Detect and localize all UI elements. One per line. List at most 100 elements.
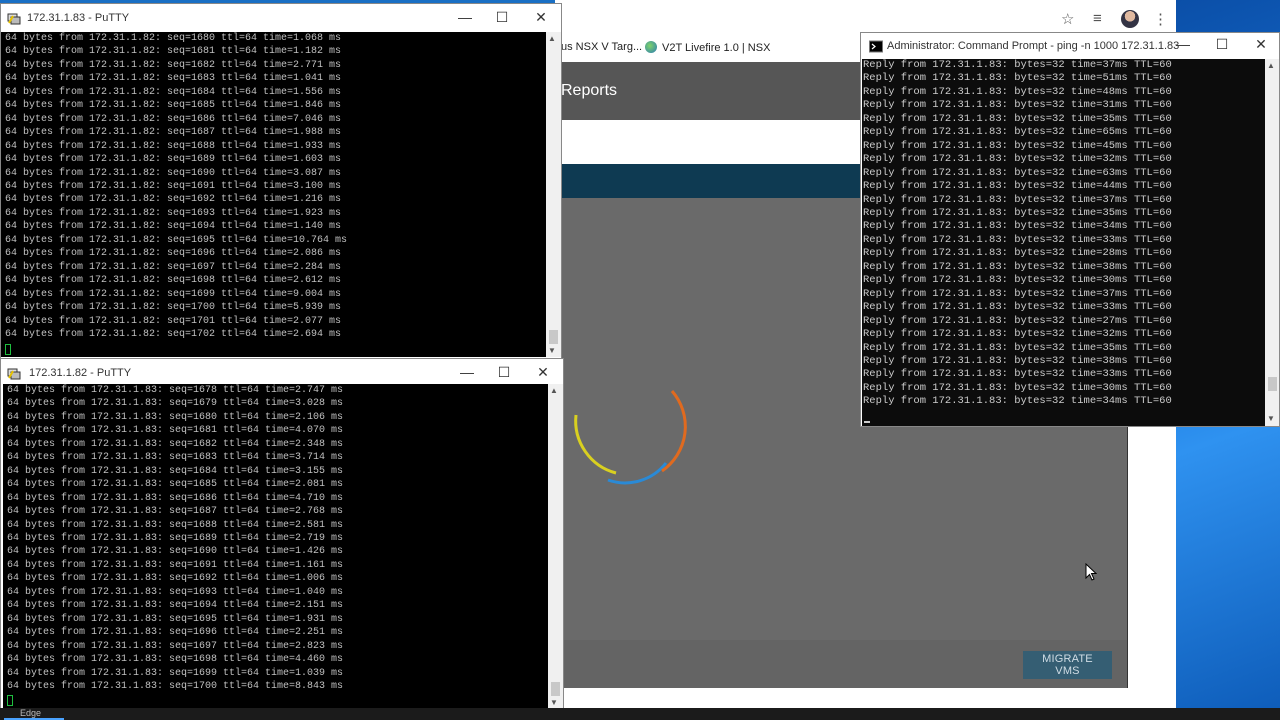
terminal-line: 64 bytes from 172.31.1.83: seq=1685 ttl=… — [7, 479, 344, 491]
terminal-line: 64 bytes from 172.31.1.83: seq=1699 ttl=… — [7, 667, 344, 679]
terminal-line: 64 bytes from 172.31.1.82: seq=1686 ttl=… — [5, 113, 342, 125]
profile-avatar[interactable] — [1121, 10, 1139, 28]
taskbar: Edge — [0, 708, 1280, 720]
scrollbar-thumb[interactable] — [1268, 377, 1277, 391]
browser-toolbar: ☆ ≡ ⋮ — [555, 0, 1176, 36]
terminal-line: Reply from 172.31.1.83: bytes=32 time=35… — [863, 341, 1172, 354]
terminal-line: Reply from 172.31.1.83: bytes=32 time=33… — [863, 301, 1172, 314]
terminal-line: Reply from 172.31.1.83: bytes=32 time=37… — [863, 193, 1172, 206]
close-icon[interactable]: ✕ — [1251, 36, 1271, 53]
terminal-line: 64 bytes from 172.31.1.83: seq=1692 ttl=… — [7, 573, 344, 585]
terminal-line: 64 bytes from 172.31.1.82: seq=1682 ttl=… — [5, 59, 342, 71]
scroll-up-icon[interactable]: ▲ — [1267, 61, 1275, 70]
window-title: 172.31.1.83 - PuTTY — [27, 12, 130, 24]
terminal-line: Reply from 172.31.1.83: bytes=32 time=28… — [863, 247, 1172, 260]
terminal-line: Reply from 172.31.1.83: bytes=32 time=34… — [863, 395, 1172, 408]
close-icon[interactable]: ✕ — [531, 9, 551, 26]
window-title: Administrator: Command Prompt - ping -n … — [887, 40, 1180, 52]
terminal-line: 64 bytes from 172.31.1.83: seq=1691 ttl=… — [7, 559, 344, 571]
terminal-line: Reply from 172.31.1.83: bytes=32 time=38… — [863, 260, 1172, 273]
more-menu-icon[interactable]: ⋮ — [1153, 10, 1168, 28]
putty-icon — [7, 368, 21, 380]
terminal-line: Reply from 172.31.1.83: bytes=32 time=51… — [863, 72, 1172, 85]
terminal-line: 64 bytes from 172.31.1.83: seq=1688 ttl=… — [7, 519, 344, 531]
terminal-line: Reply from 172.31.1.83: bytes=32 time=33… — [863, 233, 1172, 246]
cmd-icon — [869, 40, 883, 53]
terminal-line: Reply from 172.31.1.83: bytes=32 time=44… — [863, 180, 1172, 193]
terminal-line: Reply from 172.31.1.83: bytes=32 time=35… — [863, 206, 1172, 219]
terminal-line: 64 bytes from 172.31.1.82: seq=1687 ttl=… — [5, 127, 342, 139]
terminal-line: 64 bytes from 172.31.1.83: seq=1687 ttl=… — [7, 506, 344, 518]
terminal-output[interactable]: 64 bytes from 172.31.1.82: seq=1680 ttl=… — [1, 32, 546, 357]
terminal-line: 64 bytes from 172.31.1.82: seq=1684 ttl=… — [5, 86, 342, 98]
terminal-line: 64 bytes from 172.31.1.82: seq=1700 ttl=… — [5, 302, 342, 314]
cmd-output[interactable]: Reply from 172.31.1.83: bytes=32 time=37… — [862, 59, 1265, 426]
bookmark-v2t-livefire[interactable]: V2T Livefire 1.0 | NSX — [645, 41, 770, 54]
scrollbar[interactable]: ▲ ▼ — [546, 32, 561, 357]
taskbar-app-label[interactable]: Edge — [20, 708, 41, 718]
terminal-line: Reply from 172.31.1.83: bytes=32 time=27… — [863, 314, 1172, 327]
terminal-line: 64 bytes from 172.31.1.83: seq=1694 ttl=… — [7, 600, 344, 612]
terminal-line: Reply from 172.31.1.83: bytes=32 time=37… — [863, 287, 1172, 300]
favorite-star-icon[interactable]: ☆ — [1061, 10, 1074, 28]
terminal-line: 64 bytes from 172.31.1.83: seq=1698 ttl=… — [7, 654, 344, 666]
scrollbar-thumb[interactable] — [551, 682, 560, 696]
terminal-line: 64 bytes from 172.31.1.82: seq=1685 ttl=… — [5, 100, 342, 112]
cmd-window: Administrator: Command Prompt - ping -n … — [860, 32, 1280, 427]
terminal-line: 64 bytes from 172.31.1.82: seq=1696 ttl=… — [5, 248, 342, 260]
close-icon[interactable]: ✕ — [533, 364, 553, 381]
terminal-output[interactable]: 64 bytes from 172.31.1.83: seq=1678 ttl=… — [3, 384, 548, 709]
scrollbar-thumb[interactable] — [549, 330, 558, 344]
putty-icon — [7, 13, 21, 25]
migrate-vms-button[interactable]: MIGRATE VMS — [1023, 651, 1112, 679]
terminal-line: Reply from 172.31.1.83: bytes=32 time=32… — [863, 328, 1172, 341]
maximize-icon[interactable]: ☐ — [1212, 36, 1232, 53]
minimize-icon[interactable]: — — [455, 9, 475, 25]
terminal-line: 64 bytes from 172.31.1.82: seq=1680 ttl=… — [5, 33, 342, 44]
terminal-line: 64 bytes from 172.31.1.82: seq=1699 ttl=… — [5, 288, 342, 300]
scroll-down-icon[interactable]: ▼ — [1267, 414, 1275, 423]
scroll-down-icon[interactable]: ▼ — [550, 698, 558, 707]
loading-spinner-icon — [574, 390, 687, 485]
terminal-line: 64 bytes from 172.31.1.82: seq=1702 ttl=… — [5, 328, 342, 340]
terminal-line: 64 bytes from 172.31.1.82: seq=1691 ttl=… — [5, 180, 342, 192]
terminal-line: Reply from 172.31.1.83: bytes=32 time=38… — [863, 354, 1172, 367]
terminal-line: 64 bytes from 172.31.1.83: seq=1689 ttl=… — [7, 532, 344, 544]
terminal-line: Reply from 172.31.1.83: bytes=32 time=65… — [863, 126, 1172, 139]
bookmark-label: V2T Livefire 1.0 | NSX — [662, 42, 771, 54]
mouse-pointer-icon — [1085, 563, 1097, 581]
terminal-line: Reply from 172.31.1.83: bytes=32 time=35… — [863, 112, 1172, 125]
terminal-line: 64 bytes from 172.31.1.83: seq=1684 ttl=… — [7, 465, 344, 477]
scroll-down-icon[interactable]: ▼ — [548, 346, 556, 355]
terminal-line: Reply from 172.31.1.83: bytes=32 time=48… — [863, 85, 1172, 98]
terminal-line: Reply from 172.31.1.83: bytes=32 time=32… — [863, 153, 1172, 166]
terminal-cursor — [7, 695, 13, 706]
terminal-line: Reply from 172.31.1.83: bytes=32 time=63… — [863, 166, 1172, 179]
terminal-line: 64 bytes from 172.31.1.82: seq=1694 ttl=… — [5, 221, 342, 233]
terminal-line: 64 bytes from 172.31.1.83: seq=1679 ttl=… — [7, 398, 344, 410]
maximize-icon[interactable]: ☐ — [494, 364, 514, 381]
bookmark-nsx-v-target[interactable]: us NSX V Targ... — [561, 41, 642, 53]
reading-list-icon[interactable]: ≡ — [1093, 10, 1102, 27]
minimize-icon[interactable]: — — [1173, 36, 1193, 52]
terminal-line: 64 bytes from 172.31.1.83: seq=1693 ttl=… — [7, 586, 344, 598]
terminal-line: 64 bytes from 172.31.1.83: seq=1683 ttl=… — [7, 452, 344, 464]
putty-titlebar[interactable]: 172.31.1.83 - PuTTY — ☐ ✕ — [1, 4, 561, 34]
terminal-line: 64 bytes from 172.31.1.82: seq=1693 ttl=… — [5, 207, 342, 219]
scrollbar[interactable]: ▲ ▼ — [548, 384, 563, 709]
minimize-icon[interactable]: — — [457, 364, 477, 380]
terminal-line: 64 bytes from 172.31.1.82: seq=1701 ttl=… — [5, 315, 342, 327]
terminal-cursor — [5, 344, 11, 355]
terminal-line: 64 bytes from 172.31.1.82: seq=1697 ttl=… — [5, 261, 342, 273]
terminal-line: 64 bytes from 172.31.1.83: seq=1696 ttl=… — [7, 627, 344, 639]
cmd-titlebar[interactable]: Administrator: Command Prompt - ping -n … — [861, 33, 1279, 59]
terminal-line: Reply from 172.31.1.83: bytes=32 time=30… — [863, 274, 1172, 287]
scroll-up-icon[interactable]: ▲ — [548, 34, 556, 43]
putty-window-top: 172.31.1.83 - PuTTY — ☐ ✕ 64 bytes from … — [0, 3, 562, 359]
window-title: 172.31.1.82 - PuTTY — [29, 367, 132, 379]
terminal-line: 64 bytes from 172.31.1.82: seq=1689 ttl=… — [5, 154, 342, 166]
scroll-up-icon[interactable]: ▲ — [550, 386, 558, 395]
maximize-icon[interactable]: ☐ — [492, 9, 512, 26]
terminal-line: 64 bytes from 172.31.1.83: seq=1686 ttl=… — [7, 492, 344, 504]
scrollbar[interactable]: ▲ ▼ — [1265, 59, 1279, 426]
